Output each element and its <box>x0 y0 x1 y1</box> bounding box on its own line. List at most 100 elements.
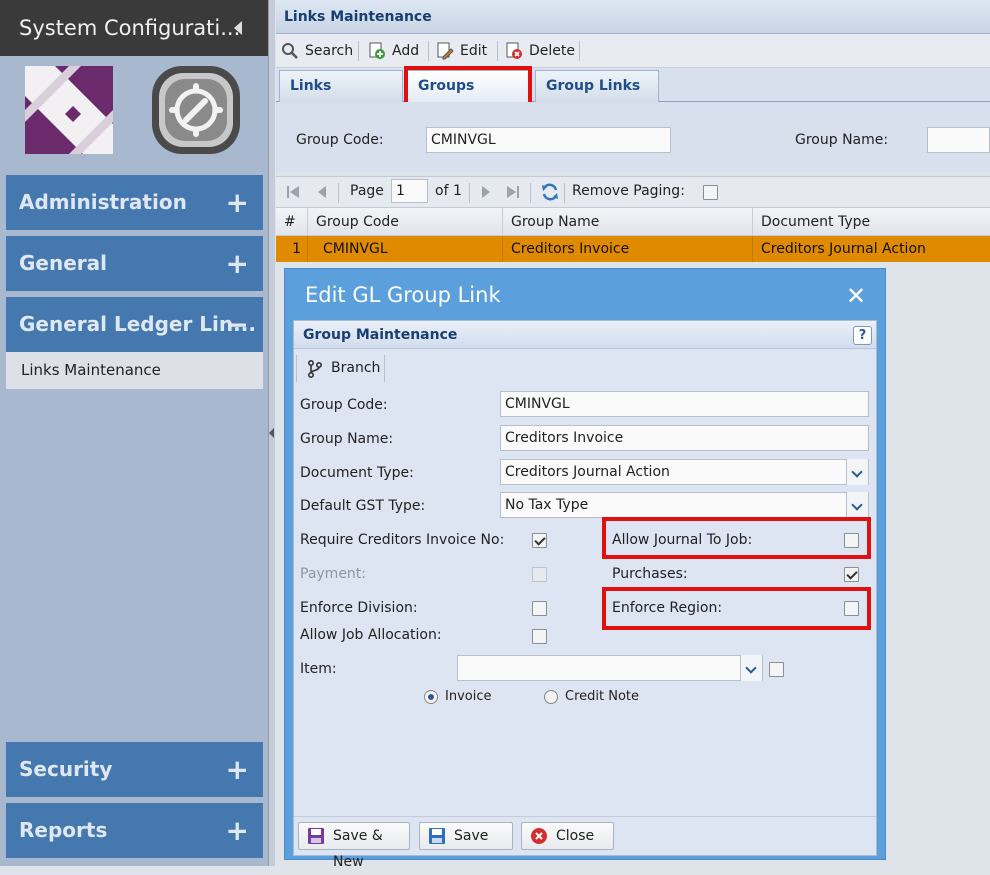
expand-icon[interactable]: + <box>226 236 249 291</box>
column-header-index[interactable]: # <box>276 208 308 236</box>
purchases-label: Purchases: <box>612 566 688 582</box>
expand-icon[interactable]: + <box>226 175 249 230</box>
nav-security[interactable]: Security + <box>6 742 263 797</box>
nav-reports[interactable]: Reports + <box>6 803 263 858</box>
item-checkbox[interactable] <box>769 662 784 677</box>
payment-checkbox[interactable] <box>532 567 547 582</box>
collapse-icon[interactable]: − <box>226 297 249 352</box>
pager-bar: Page 1 of 1 Remove Paging: <box>276 176 990 208</box>
item-label: Item: <box>300 661 337 677</box>
nav-label: Security <box>19 757 113 781</box>
search-button[interactable]: Search <box>279 39 353 63</box>
expand-icon[interactable]: + <box>226 803 249 858</box>
splitter-arrow-icon[interactable] <box>269 428 274 438</box>
allow-job-allocation-checkbox[interactable] <box>532 629 547 644</box>
cell-document-type: Creditors Journal Action <box>761 241 926 257</box>
remove-paging-checkbox[interactable] <box>703 185 718 200</box>
last-page-icon[interactable] <box>506 185 520 199</box>
branch-label: Branch <box>331 360 381 376</box>
add-label: Add <box>392 43 420 59</box>
tab-links[interactable]: Links <box>279 70 403 102</box>
settings-wrench-icon <box>152 66 240 154</box>
enforce-division-checkbox[interactable] <box>532 601 547 616</box>
remove-paging-label: Remove Paging: <box>572 183 685 199</box>
sidebar-title: System Configurati... <box>0 0 270 56</box>
next-page-icon[interactable] <box>480 185 492 199</box>
close-button[interactable]: Close <box>521 822 614 850</box>
credit-note-radio[interactable] <box>544 690 558 704</box>
group-code-label: Group Code: <box>300 397 388 413</box>
collapse-left-icon[interactable] <box>234 21 242 35</box>
chevron-down-icon[interactable] <box>846 492 868 518</box>
nav-administration[interactable]: Administration + <box>6 175 263 230</box>
close-label: Close <box>556 828 595 844</box>
save-icon <box>308 828 324 844</box>
branch-button[interactable]: Branch <box>296 355 385 382</box>
edit-button[interactable]: Edit <box>434 39 487 63</box>
document-type-value: Creditors Journal Action <box>505 464 670 480</box>
help-icon[interactable]: ? <box>853 326 872 345</box>
cell-group-code: CMINVGL <box>308 236 503 262</box>
group-code-filter-input[interactable]: CMINVGL <box>426 127 671 153</box>
grid-header: # Group Code Group Name Document Type <box>276 208 990 236</box>
section-header: Group Maintenance <box>294 321 876 349</box>
cell-index: 1 <box>276 236 308 262</box>
nav-label: General <box>19 251 107 275</box>
sidebar-item-links-maintenance[interactable]: Links Maintenance <box>6 352 263 389</box>
delete-button[interactable]: Delete <box>503 39 575 63</box>
column-header-document-type[interactable]: Document Type <box>753 208 990 236</box>
nav-general[interactable]: General + <box>6 236 263 291</box>
search-icon <box>282 43 298 59</box>
tab-group-links[interactable]: Group Links <box>535 70 659 102</box>
highlight-enforce-region <box>602 587 871 630</box>
group-name-label: Group Name: <box>300 431 394 447</box>
tab-bar: Links Groups Group Links <box>276 68 990 102</box>
nav-label: General Ledger Lin... <box>19 312 256 336</box>
expand-icon[interactable]: + <box>226 742 249 797</box>
group-name-input[interactable]: Creditors Invoice <box>500 425 869 451</box>
chevron-down-icon[interactable] <box>740 655 762 681</box>
toolbar: Search Add Edit Delete <box>276 34 990 68</box>
branch-icon <box>308 360 323 378</box>
document-type-label: Document Type: <box>300 465 414 481</box>
allow-job-allocation-label: Allow Job Allocation: <box>300 627 442 643</box>
highlight-allow-journal <box>602 517 871 559</box>
refresh-icon[interactable] <box>540 182 560 202</box>
require-invoice-checkbox[interactable] <box>532 533 547 548</box>
payment-label: Payment: <box>300 566 367 582</box>
save-and-new-button[interactable]: Save & New <box>298 822 410 870</box>
page-number-input[interactable]: 1 <box>391 179 428 203</box>
close-circle-icon <box>531 828 547 844</box>
column-header-group-name[interactable]: Group Name <box>503 208 753 236</box>
page-label: Page <box>350 183 384 199</box>
group-code-filter-label: Group Code: <box>296 132 384 148</box>
document-type-select[interactable]: Creditors Journal Action <box>500 459 869 485</box>
highlight-groups-tab <box>404 66 532 106</box>
gst-type-select[interactable]: No Tax Type <box>500 492 869 518</box>
nav-label: Reports <box>19 818 108 842</box>
gst-type-value: No Tax Type <box>505 497 589 513</box>
first-page-icon[interactable] <box>286 185 300 199</box>
save-button[interactable]: Save <box>419 822 513 850</box>
chevron-down-icon[interactable] <box>846 459 868 485</box>
item-select[interactable] <box>457 655 763 681</box>
group-name-filter-label: Group Name: <box>795 132 889 148</box>
column-header-group-code[interactable]: Group Code <box>308 208 503 236</box>
group-name-filter-input[interactable] <box>927 127 990 153</box>
page-of-label: of 1 <box>435 183 462 199</box>
purchases-checkbox[interactable] <box>844 567 859 582</box>
add-document-icon <box>369 42 385 59</box>
add-button[interactable]: Add <box>366 39 419 63</box>
invoice-radio[interactable] <box>424 690 438 704</box>
require-invoice-label: Require Creditors Invoice No: <box>300 532 505 548</box>
page-title: Links Maintenance <box>276 0 990 34</box>
group-code-input[interactable]: CMINVGL <box>500 391 869 417</box>
nav-label: Administration <box>19 190 187 214</box>
prev-page-icon[interactable] <box>316 185 328 199</box>
app-logo <box>25 66 113 154</box>
table-row[interactable]: 1 CMINVGL Creditors Invoice Creditors Jo… <box>276 236 990 262</box>
invoice-radio-label: Invoice <box>445 689 492 704</box>
close-icon[interactable]: ✕ <box>846 282 866 310</box>
enforce-division-label: Enforce Division: <box>300 600 418 616</box>
nav-general-ledger-links[interactable]: General Ledger Lin... − <box>6 297 263 352</box>
